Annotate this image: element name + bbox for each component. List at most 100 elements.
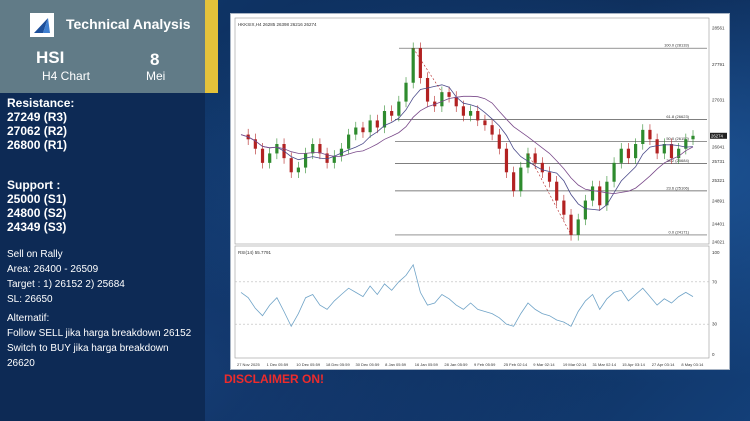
candle-body [390, 111, 394, 116]
price-chart: HKKSIX,H4 26285 26398 26216 26274 RSI(14)… [230, 13, 730, 370]
disclaimer-text: DISCLAIMER ON! [224, 372, 324, 386]
candle-body [411, 48, 415, 83]
candle-body [583, 200, 587, 220]
fib-level-label: 38.2 (25684) [666, 158, 689, 163]
candle-body [576, 219, 580, 235]
candle-body [569, 214, 573, 235]
candle-body [691, 135, 695, 140]
candle-body [275, 144, 279, 154]
candle-body [490, 125, 494, 135]
chart-canvas: HKKSIX,H4 26285 26398 26216 26274 RSI(14)… [234, 17, 727, 367]
support-level: 24800 (S2) [7, 206, 67, 220]
price-tick-label: 26041 [712, 144, 725, 149]
price-tick-label: 24021 [712, 240, 725, 245]
fib-level-label: 100.0 (28133) [664, 43, 690, 48]
moving-average-fast [240, 84, 694, 211]
x-tick-label: 10 Dec 05:59 [296, 362, 321, 367]
support-block: Support : 25000 (S1) 24800 (S2) 24349 (S… [7, 178, 66, 234]
candle-body [562, 200, 566, 215]
x-tick-label: 15 Apr 03:14 [622, 362, 645, 367]
x-tick-label: 9 Mar 02:14 [533, 362, 555, 367]
x-tick-label: 8 Jan 05:59 [385, 362, 407, 367]
candle-body [476, 111, 480, 121]
candle-body [354, 127, 358, 135]
fib-level-label: 61.8 (26623) [666, 114, 689, 119]
candle-body [347, 134, 351, 149]
x-tick-label: 16 Jan 05:59 [415, 362, 439, 367]
candle-body [634, 144, 638, 159]
price-tick-label: 27031 [712, 98, 725, 103]
strategy-stop-loss: SL: 26650 [7, 294, 53, 305]
candle-body [404, 82, 408, 102]
x-tick-label: 27 Apr 03:14 [652, 362, 675, 367]
candle-body [260, 148, 265, 163]
candle-body [461, 106, 466, 116]
x-tick-label: 25 Feb 02:14 [504, 362, 528, 367]
symbol-label: HKKSIX,H4 26285 26398 26216 26274 [238, 22, 317, 27]
alternative-line: 26620 [7, 358, 35, 369]
moving-average-slow [240, 95, 694, 195]
candle-body [504, 148, 509, 173]
price-tick-label: 25321 [712, 178, 725, 183]
accent-stripe [205, 0, 218, 93]
candle-body [547, 172, 552, 182]
alternative-block: Alternatif: Follow SELL jika harga break… [7, 311, 191, 371]
candle-body [669, 144, 674, 159]
fib-level-label: 23.6 (25106) [666, 185, 689, 190]
candle-body [268, 153, 272, 163]
chart-timeframe: H4 Chart [42, 69, 91, 83]
rsi-label: RSI(14) 55.7791 [238, 250, 272, 255]
x-tick-label: 9 Feb 05:59 [474, 362, 496, 367]
candle-body [626, 148, 631, 159]
resistance-block: Resistance: 27249 (R3) 27062 (R2) 26800 … [7, 96, 74, 152]
ticker-symbol: HSI [36, 48, 65, 67]
candle-body [512, 172, 516, 192]
support-title: Support : [7, 178, 61, 192]
candle-body [361, 127, 365, 133]
resistance-level: 27249 (R3) [7, 110, 68, 124]
strategy-area: Area: 26400 - 26509 [7, 264, 99, 275]
rsi-axis-label: 100 [712, 250, 720, 255]
candle-body [540, 162, 544, 173]
candle-body [483, 120, 487, 126]
candle-body [447, 92, 451, 97]
x-tick-label: 30 Dec 05:59 [356, 362, 381, 367]
price-tick-label: 25731 [712, 159, 725, 164]
candle-body [590, 186, 595, 201]
rsi-axis-label: 0 [712, 352, 715, 357]
x-tick-label: 31 Mar 02:14 [593, 362, 617, 367]
candle-body [555, 181, 559, 201]
date-day: 8 [150, 50, 160, 69]
resistance-level: 26800 (R1) [7, 138, 68, 152]
candle-body [303, 153, 308, 168]
alternative-title: Alternatif: [7, 313, 50, 324]
retracement-guide [527, 153, 572, 236]
price-pane-border [234, 17, 710, 245]
x-tick-label: 8 May 03:14 [681, 362, 704, 367]
strategy-block: Sell on Rally Area: 26400 - 26509 Target… [7, 247, 125, 307]
candle-body [598, 186, 602, 206]
candle-body [605, 181, 609, 206]
candle-body [440, 92, 444, 107]
strategy-title: Sell on Rally [7, 249, 63, 260]
rsi-level-label: 70 [712, 279, 718, 284]
candle-body [533, 153, 537, 163]
alternative-line: Switch to BUY jika harga breakdown [7, 343, 169, 354]
alternative-line: Follow SELL jika harga breakdown 26152 [7, 328, 192, 339]
brand-title: Technical Analysis [66, 16, 191, 32]
candle-body [655, 139, 659, 154]
candle-body [497, 134, 501, 149]
rsi-pane-border [234, 245, 710, 359]
x-tick-label: 1 Dec 05:59 [267, 362, 289, 367]
rsi-line [240, 263, 694, 328]
fib-level-label: 0.0 (24171) [669, 229, 690, 234]
support-level: 25000 (S1) [7, 192, 67, 206]
candle-body [619, 148, 623, 163]
candle-body [311, 144, 315, 154]
x-tick-label: 18 Dec 05:59 [326, 362, 351, 367]
candle-body [468, 111, 473, 116]
x-tick-label: 28 Jan 05:59 [444, 362, 468, 367]
price-tick-label: 27791 [712, 62, 725, 67]
candle-body [318, 144, 322, 154]
strategy-target: Target : 1) 26152 2) 25684 [7, 279, 125, 290]
